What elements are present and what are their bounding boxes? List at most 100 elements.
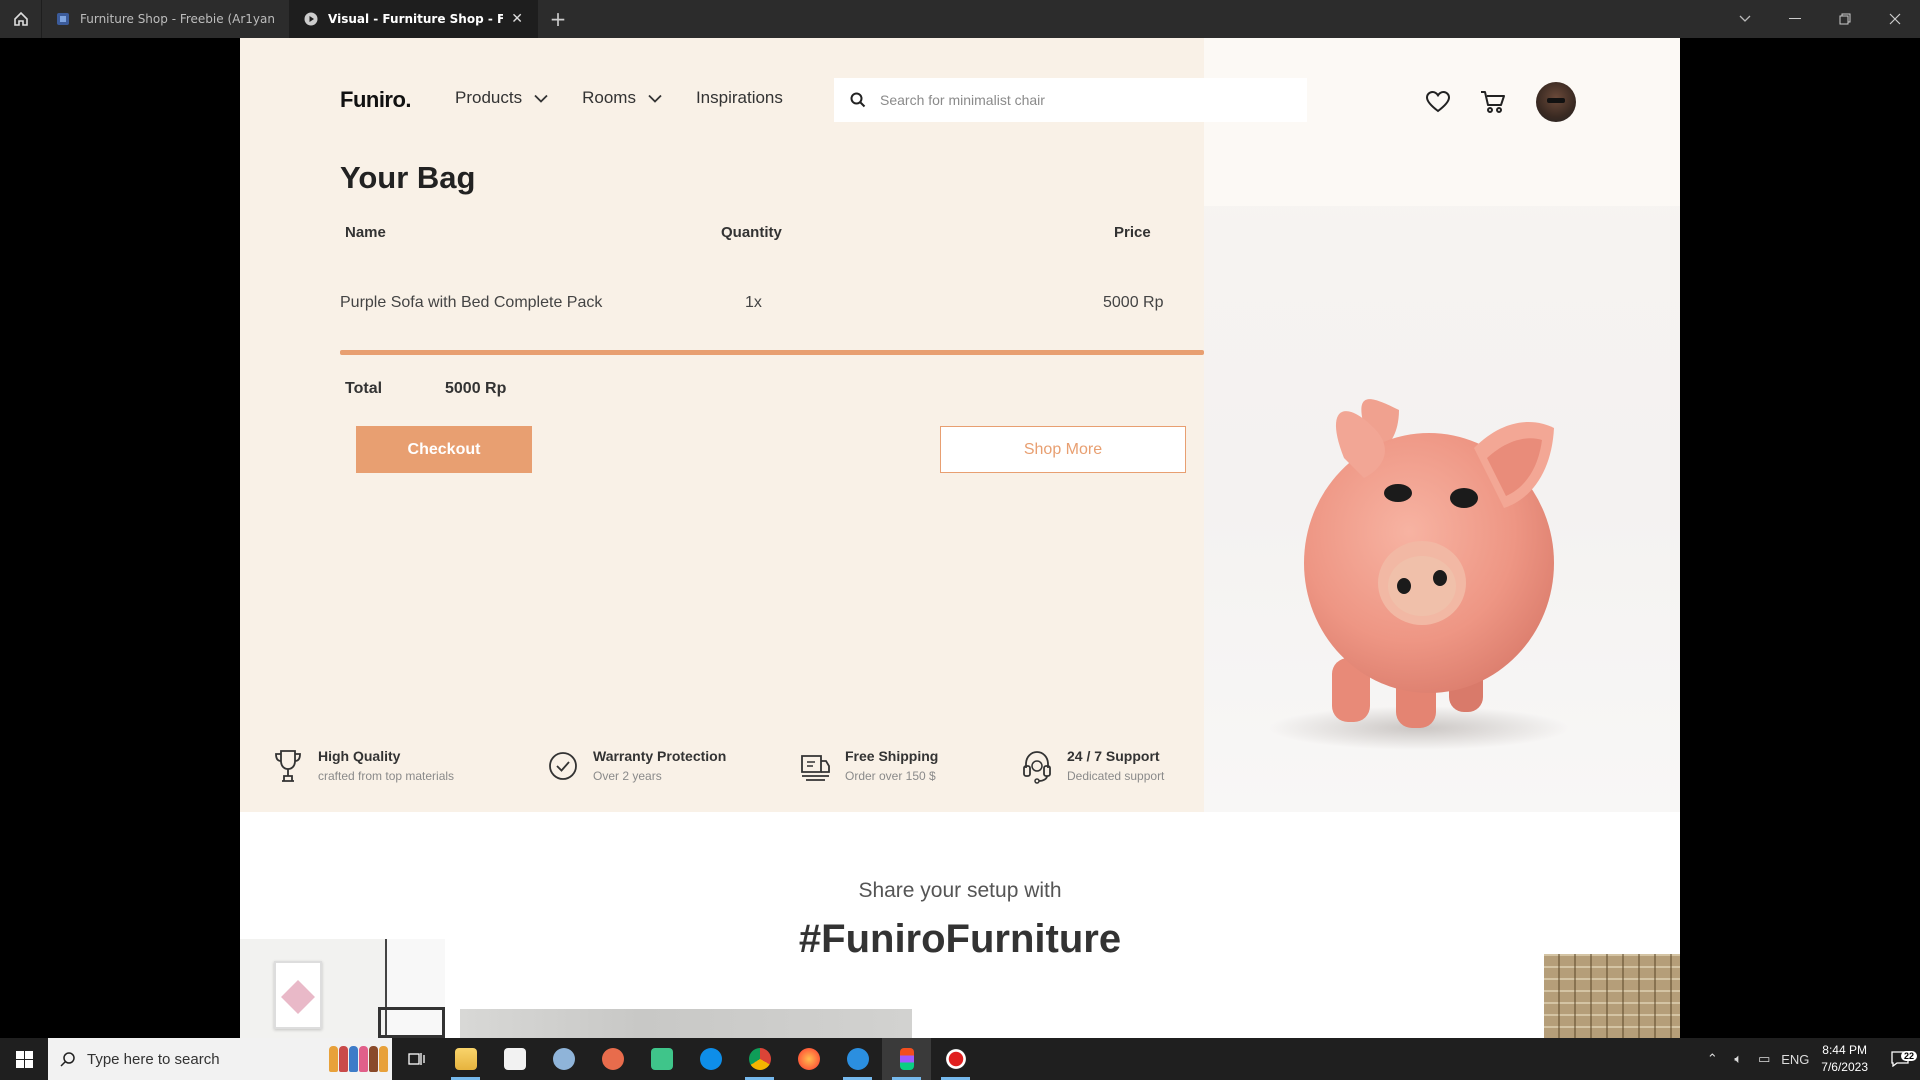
- feature-title: Free Shipping: [845, 748, 939, 764]
- close-icon: [1889, 13, 1901, 25]
- avatar[interactable]: [1536, 82, 1576, 122]
- item-price: 5000 Rp: [1103, 294, 1164, 311]
- folder-icon: [454, 1048, 477, 1070]
- setup-photo: [460, 1009, 912, 1038]
- column-header-price: Price: [1114, 224, 1151, 241]
- edge-app[interactable]: [833, 1038, 882, 1080]
- taskbar-search-input[interactable]: [87, 1050, 267, 1068]
- chevron-up-icon[interactable]: ⌃: [1699, 1051, 1725, 1067]
- windows-logo-icon: [15, 1050, 33, 1068]
- nav-products-label: Products: [455, 88, 523, 107]
- setup-photo: [1544, 954, 1680, 1038]
- header-actions: [1426, 82, 1576, 122]
- nav-inspirations-label: Inspirations: [695, 88, 783, 107]
- tab-visual-furniture-shop[interactable]: Visual - Furniture Shop - Freebie (Ar1ya…: [290, 0, 538, 38]
- palette-icon: [552, 1048, 575, 1070]
- feature-subtitle: crafted from top materials: [318, 769, 455, 783]
- column-header-quantity: Quantity: [721, 224, 782, 241]
- logo[interactable]: Funiro.: [340, 87, 412, 113]
- feature-subtitle: Order over 150 $: [845, 769, 936, 783]
- minimize-button[interactable]: [1770, 0, 1820, 38]
- taskbar: ⌃ 🔈︎ ▭ ENG 8:44 PM 7/6/2023 22: [0, 1038, 1920, 1080]
- new-tab-button[interactable]: +: [538, 0, 578, 38]
- item-name: Purple Sofa with Bed Complete Pack: [340, 294, 603, 311]
- task-view-icon: [407, 1053, 425, 1065]
- column-header-name: Name: [345, 224, 386, 241]
- paint3d-app[interactable]: [588, 1038, 637, 1080]
- chevron-down-icon: [1739, 15, 1751, 22]
- figma-icon: [899, 1048, 914, 1070]
- search-bar[interactable]: [834, 78, 1307, 122]
- system-tray: ⌃ 🔈︎ ▭ ENG 8:44 PM 7/6/2023 22: [1699, 1038, 1920, 1080]
- language-indicator[interactable]: ENG: [1777, 1052, 1813, 1067]
- tab-label: Visual - Furniture Shop - Freebie (Ar1ya…: [328, 12, 503, 26]
- clock-time: 8:44 PM: [1822, 1043, 1867, 1057]
- setup-photo: [240, 939, 445, 1038]
- feature-title: 24 / 7 Support: [1067, 748, 1160, 764]
- tab-label: Furniture Shop - Freebie (Ar1yan): [80, 12, 275, 26]
- tab-furniture-shop[interactable]: Furniture Shop - Freebie (Ar1yan): [42, 0, 290, 38]
- shipping-icon: [801, 755, 830, 781]
- rocket-app[interactable]: [637, 1038, 686, 1080]
- search-icon: [60, 1051, 75, 1067]
- recorder-app[interactable]: [931, 1038, 980, 1080]
- checkout-button[interactable]: Checkout: [356, 426, 532, 473]
- shop-more-button[interactable]: Shop More: [940, 426, 1186, 473]
- divider: [340, 350, 1204, 355]
- minimize-icon: [1789, 18, 1801, 19]
- start-button[interactable]: [0, 1038, 48, 1080]
- volume-icon[interactable]: 🔈︎: [1725, 1051, 1751, 1067]
- notification-badge: 22: [1900, 1051, 1917, 1061]
- clock-date: 7/6/2023: [1821, 1060, 1868, 1074]
- teamviewer-app[interactable]: [686, 1038, 735, 1080]
- chevron-down-icon: [534, 94, 548, 103]
- feature-subtitle: Dedicated support: [1067, 769, 1165, 783]
- page-title: Your Bag: [340, 160, 476, 195]
- restore-icon: [1839, 13, 1851, 25]
- network-icon[interactable]: ▭: [1751, 1051, 1777, 1067]
- tabs-dropdown-button[interactable]: [1720, 0, 1770, 38]
- task-view-button[interactable]: [392, 1038, 441, 1080]
- file-explorer-app[interactable]: [441, 1038, 490, 1080]
- trophy-icon: [275, 750, 301, 782]
- taskbar-apps: [392, 1038, 980, 1080]
- chevron-down-icon: [648, 94, 662, 103]
- share-subtitle: Share your setup with: [858, 879, 1062, 902]
- item-quantity: 1x: [745, 294, 762, 311]
- taskbar-search[interactable]: [48, 1038, 392, 1080]
- notification-center-button[interactable]: 22: [1880, 1051, 1920, 1067]
- design-canvas: Funiro. Products Rooms Inspirations Your…: [240, 38, 1680, 1038]
- search-input[interactable]: [880, 92, 1280, 108]
- search-icon: [850, 92, 866, 108]
- heart-icon[interactable]: [1426, 91, 1450, 113]
- feature-item: High Quality crafted from top materials: [272, 748, 547, 784]
- close-window-button[interactable]: [1870, 0, 1920, 38]
- feature-title: High Quality: [318, 748, 401, 764]
- figma-app[interactable]: [882, 1038, 931, 1080]
- nav-inspirations[interactable]: Inspirations: [696, 88, 783, 108]
- restore-button[interactable]: [1820, 0, 1870, 38]
- home-button[interactable]: [0, 0, 42, 38]
- chrome-app[interactable]: [735, 1038, 784, 1080]
- firefox-app[interactable]: [784, 1038, 833, 1080]
- piggy-bank-image: [1269, 399, 1569, 750]
- cart-icon[interactable]: [1480, 90, 1506, 114]
- rocket-icon: [650, 1048, 673, 1070]
- check-badge-icon: [549, 752, 577, 780]
- feature-title: Warranty Protection: [593, 748, 727, 764]
- total-label: Total: [345, 380, 383, 397]
- features-bar: High Quality crafted from top materials …: [272, 748, 1221, 784]
- mail-icon: [503, 1048, 526, 1070]
- feature-item: Warranty Protection Over 2 years: [547, 748, 799, 784]
- paint-app[interactable]: [539, 1038, 588, 1080]
- clock[interactable]: 8:44 PM 7/6/2023: [1821, 1042, 1868, 1076]
- share-hashtag: #FuniroFurniture: [798, 917, 1122, 961]
- mail-app[interactable]: [490, 1038, 539, 1080]
- record-icon: [944, 1048, 967, 1070]
- close-tab-icon[interactable]: ✕: [511, 11, 523, 27]
- total-value: 5000 Rp: [445, 380, 507, 397]
- firefox-icon: [797, 1048, 820, 1070]
- figma-file-icon: [57, 13, 69, 25]
- nav-products[interactable]: Products: [455, 88, 548, 108]
- nav-rooms[interactable]: Rooms: [582, 88, 662, 108]
